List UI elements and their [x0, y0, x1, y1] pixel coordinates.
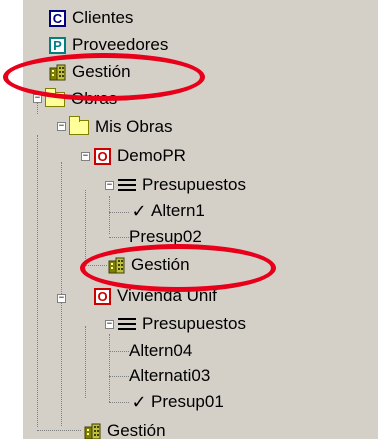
tree-node-label: Presupuestos: [142, 314, 246, 333]
vivienda-presupuestos-collapse-toggle[interactable]: −: [105, 320, 114, 329]
tree-node-label: Obras: [71, 89, 118, 108]
supplier-p-icon: P: [49, 36, 66, 54]
tree-line: [109, 402, 129, 403]
tree-node-label: Gestión: [107, 421, 166, 439]
tree-line: [109, 212, 129, 213]
tree-line: [109, 351, 129, 352]
obra-o-icon: O: [94, 287, 111, 305]
demopr-collapse-toggle[interactable]: −: [81, 152, 90, 161]
tree-line: [85, 265, 107, 266]
tree-node-demopr[interactable]: O DemoPR: [94, 144, 186, 168]
obra-o-icon: O: [94, 147, 111, 165]
tree-node-proveedores[interactable]: P Proveedores: [49, 33, 168, 57]
tree-node-label: Presup02: [129, 227, 202, 246]
checkmark-icon: ✓: [131, 392, 147, 412]
tree-node-label: Vivienda Unif: [117, 286, 217, 305]
tree-line: [37, 135, 38, 427]
tree-node-altern1[interactable]: ✓ Altern1: [131, 199, 205, 223]
tree-node-alternati03[interactable]: Alternati03: [129, 364, 210, 388]
list-icon: [118, 178, 136, 192]
tree-line: [61, 298, 62, 426]
left-margin: [0, 0, 23, 439]
tree-node-label: Altern04: [129, 341, 193, 360]
demopr-presupuestos-collapse-toggle[interactable]: −: [105, 181, 114, 190]
tree-node-label: Clientes: [72, 8, 134, 27]
obras-collapse-toggle[interactable]: −: [33, 94, 42, 103]
checkmark-icon: ✓: [131, 201, 147, 221]
tree-line: [109, 237, 129, 238]
tree-node-presup01[interactable]: ✓ Presup01: [131, 390, 224, 414]
building-icon: [49, 64, 66, 80]
client-c-icon: C: [49, 9, 66, 27]
tree-line: [109, 376, 129, 377]
tree-node-vivienda-gestion[interactable]: Gestión: [84, 419, 166, 439]
tree-node-altern04[interactable]: Altern04: [129, 339, 192, 363]
tree-line: [61, 162, 62, 296]
mis-obras-collapse-toggle[interactable]: −: [57, 122, 66, 131]
tree-line: [85, 190, 86, 265]
building-icon: [84, 423, 101, 439]
tree-node-label: Proveedores: [72, 35, 169, 54]
tree-node-obras[interactable]: Obras: [45, 87, 117, 111]
tree-line: [85, 326, 86, 398]
tree-node-demopr-gestion[interactable]: Gestión: [108, 253, 190, 277]
tree-view[interactable]: − − − − − − C Clientes P Proveedores Ges…: [23, 0, 378, 439]
tree-node-vivienda-unif[interactable]: O Vivienda Unif: [94, 284, 217, 308]
tree-node-clientes[interactable]: C Clientes: [49, 6, 133, 30]
folder-icon: [45, 87, 65, 107]
tree-node-presup02[interactable]: Presup02: [129, 225, 202, 249]
list-icon: [118, 317, 136, 331]
tree-node-label: Presup01: [151, 392, 224, 411]
folder-icon: [69, 115, 89, 135]
tree-node-label: Gestión: [131, 255, 190, 274]
tree-line: [109, 196, 110, 234]
vivienda-collapse-toggle[interactable]: −: [57, 294, 66, 303]
tree-node-label: DemoPR: [117, 146, 186, 165]
tree-node-label: Gestión: [72, 62, 131, 81]
tree-node-label: Altern1: [151, 201, 205, 220]
tree-node-label: Presupuestos: [142, 175, 246, 194]
tree-line: [109, 334, 110, 402]
tree-node-demopr-presupuestos[interactable]: Presupuestos: [118, 173, 246, 197]
tree-node-gestion[interactable]: Gestión: [49, 60, 131, 84]
tree-node-vivienda-presupuestos[interactable]: Presupuestos: [118, 312, 246, 336]
tree-node-label: Alternati03: [129, 366, 211, 385]
tree-line: [37, 430, 81, 431]
tree-node-label: Mis Obras: [95, 117, 173, 136]
building-icon: [108, 257, 125, 273]
tree-node-mis-obras[interactable]: Mis Obras: [69, 115, 172, 139]
